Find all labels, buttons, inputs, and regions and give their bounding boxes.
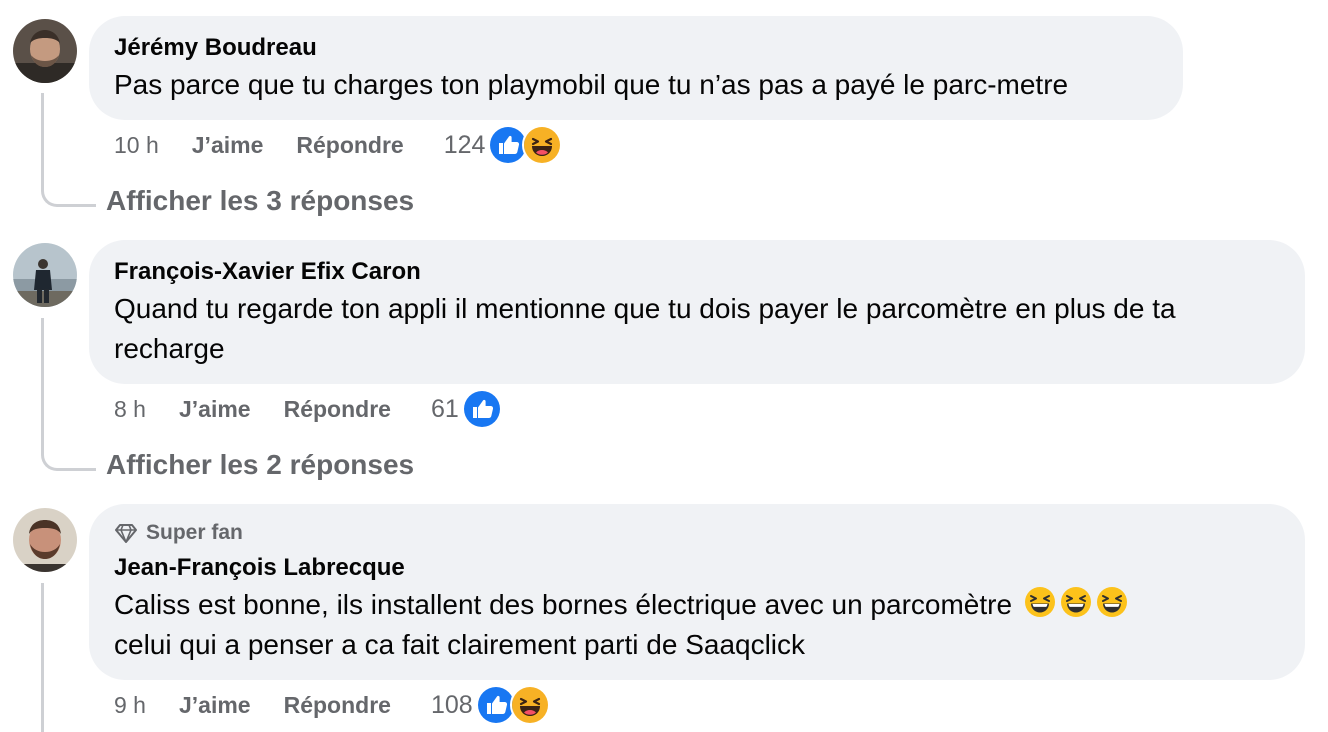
comment-text-line: recharge — [114, 333, 225, 364]
comment-actions: 8 h J’aime Répondre 61 — [114, 389, 502, 429]
reaction-count[interactable]: 108 — [431, 691, 473, 720]
comment-bubble: François-Xavier Efix Caron Quand tu rega… — [89, 240, 1305, 384]
comment-bubble: Jérémy Boudreau Pas parce que tu charges… — [89, 16, 1183, 120]
comment-text: Caliss est bonne, ils installent des bor… — [114, 585, 1280, 665]
laughing-emoji — [1096, 586, 1128, 618]
comment-actions: 10 h J’aime Répondre 124 — [114, 125, 563, 165]
reply-connector — [41, 188, 96, 207]
thread-line — [41, 318, 44, 452]
fan-badge[interactable]: Super fan — [114, 519, 1280, 547]
comment-timestamp[interactable]: 9 h — [114, 692, 146, 719]
reaction-count[interactable]: 61 — [431, 395, 459, 424]
view-replies-link[interactable]: Afficher les 3 réponses — [106, 183, 414, 219]
laughing-emoji — [1024, 586, 1056, 618]
comment-text-line: Caliss est bonne, ils installent des bor… — [114, 585, 1280, 625]
avatar[interactable] — [13, 508, 77, 572]
thread-line — [41, 583, 44, 732]
haha-icon — [509, 685, 550, 725]
haha-icon — [522, 125, 563, 165]
comment-text-line: celui qui a penser a ca fait clairement … — [114, 629, 806, 660]
like-icon — [461, 389, 502, 429]
diamond-icon — [115, 524, 137, 543]
comment-author[interactable]: Jean-François Labrecque — [114, 553, 1280, 583]
view-replies-link[interactable]: Afficher les 2 réponses — [106, 447, 414, 483]
reply-button[interactable]: Répondre — [296, 132, 403, 159]
avatar[interactable] — [13, 19, 77, 83]
comment-timestamp[interactable]: 10 h — [114, 132, 159, 159]
badge-label: Super fan — [146, 521, 243, 544]
reply-button[interactable]: Répondre — [284, 692, 391, 719]
like-button[interactable]: J’aime — [192, 132, 264, 159]
comment-text-line: Quand tu regarde ton appli il mentionne … — [114, 293, 1176, 324]
comment-timestamp[interactable]: 8 h — [114, 396, 146, 423]
reaction-icons[interactable] — [475, 685, 550, 725]
like-button[interactable]: J’aime — [179, 396, 251, 423]
comment-bubble: Super fan Jean-François Labrecque Caliss… — [89, 504, 1305, 680]
comment-text-segment: Caliss est bonne, ils installent des bor… — [114, 589, 1013, 620]
reaction-icons[interactable] — [488, 125, 563, 165]
reply-connector — [41, 452, 96, 471]
laughing-emoji — [1060, 586, 1092, 618]
reaction-icons[interactable] — [461, 389, 502, 429]
thread-line — [41, 93, 44, 188]
comment-author[interactable]: Jérémy Boudreau — [114, 33, 1158, 63]
reaction-count[interactable]: 124 — [444, 131, 486, 160]
comment-text: Quand tu regarde ton appli il mentionne … — [114, 289, 1280, 369]
comment-actions: 9 h J’aime Répondre 108 — [114, 685, 550, 725]
like-button[interactable]: J’aime — [179, 692, 251, 719]
reply-button[interactable]: Répondre — [284, 396, 391, 423]
avatar[interactable] — [13, 243, 77, 307]
comment-text: Pas parce que tu charges ton playmobil q… — [114, 69, 1069, 100]
comment-author[interactable]: François-Xavier Efix Caron — [114, 257, 1280, 287]
